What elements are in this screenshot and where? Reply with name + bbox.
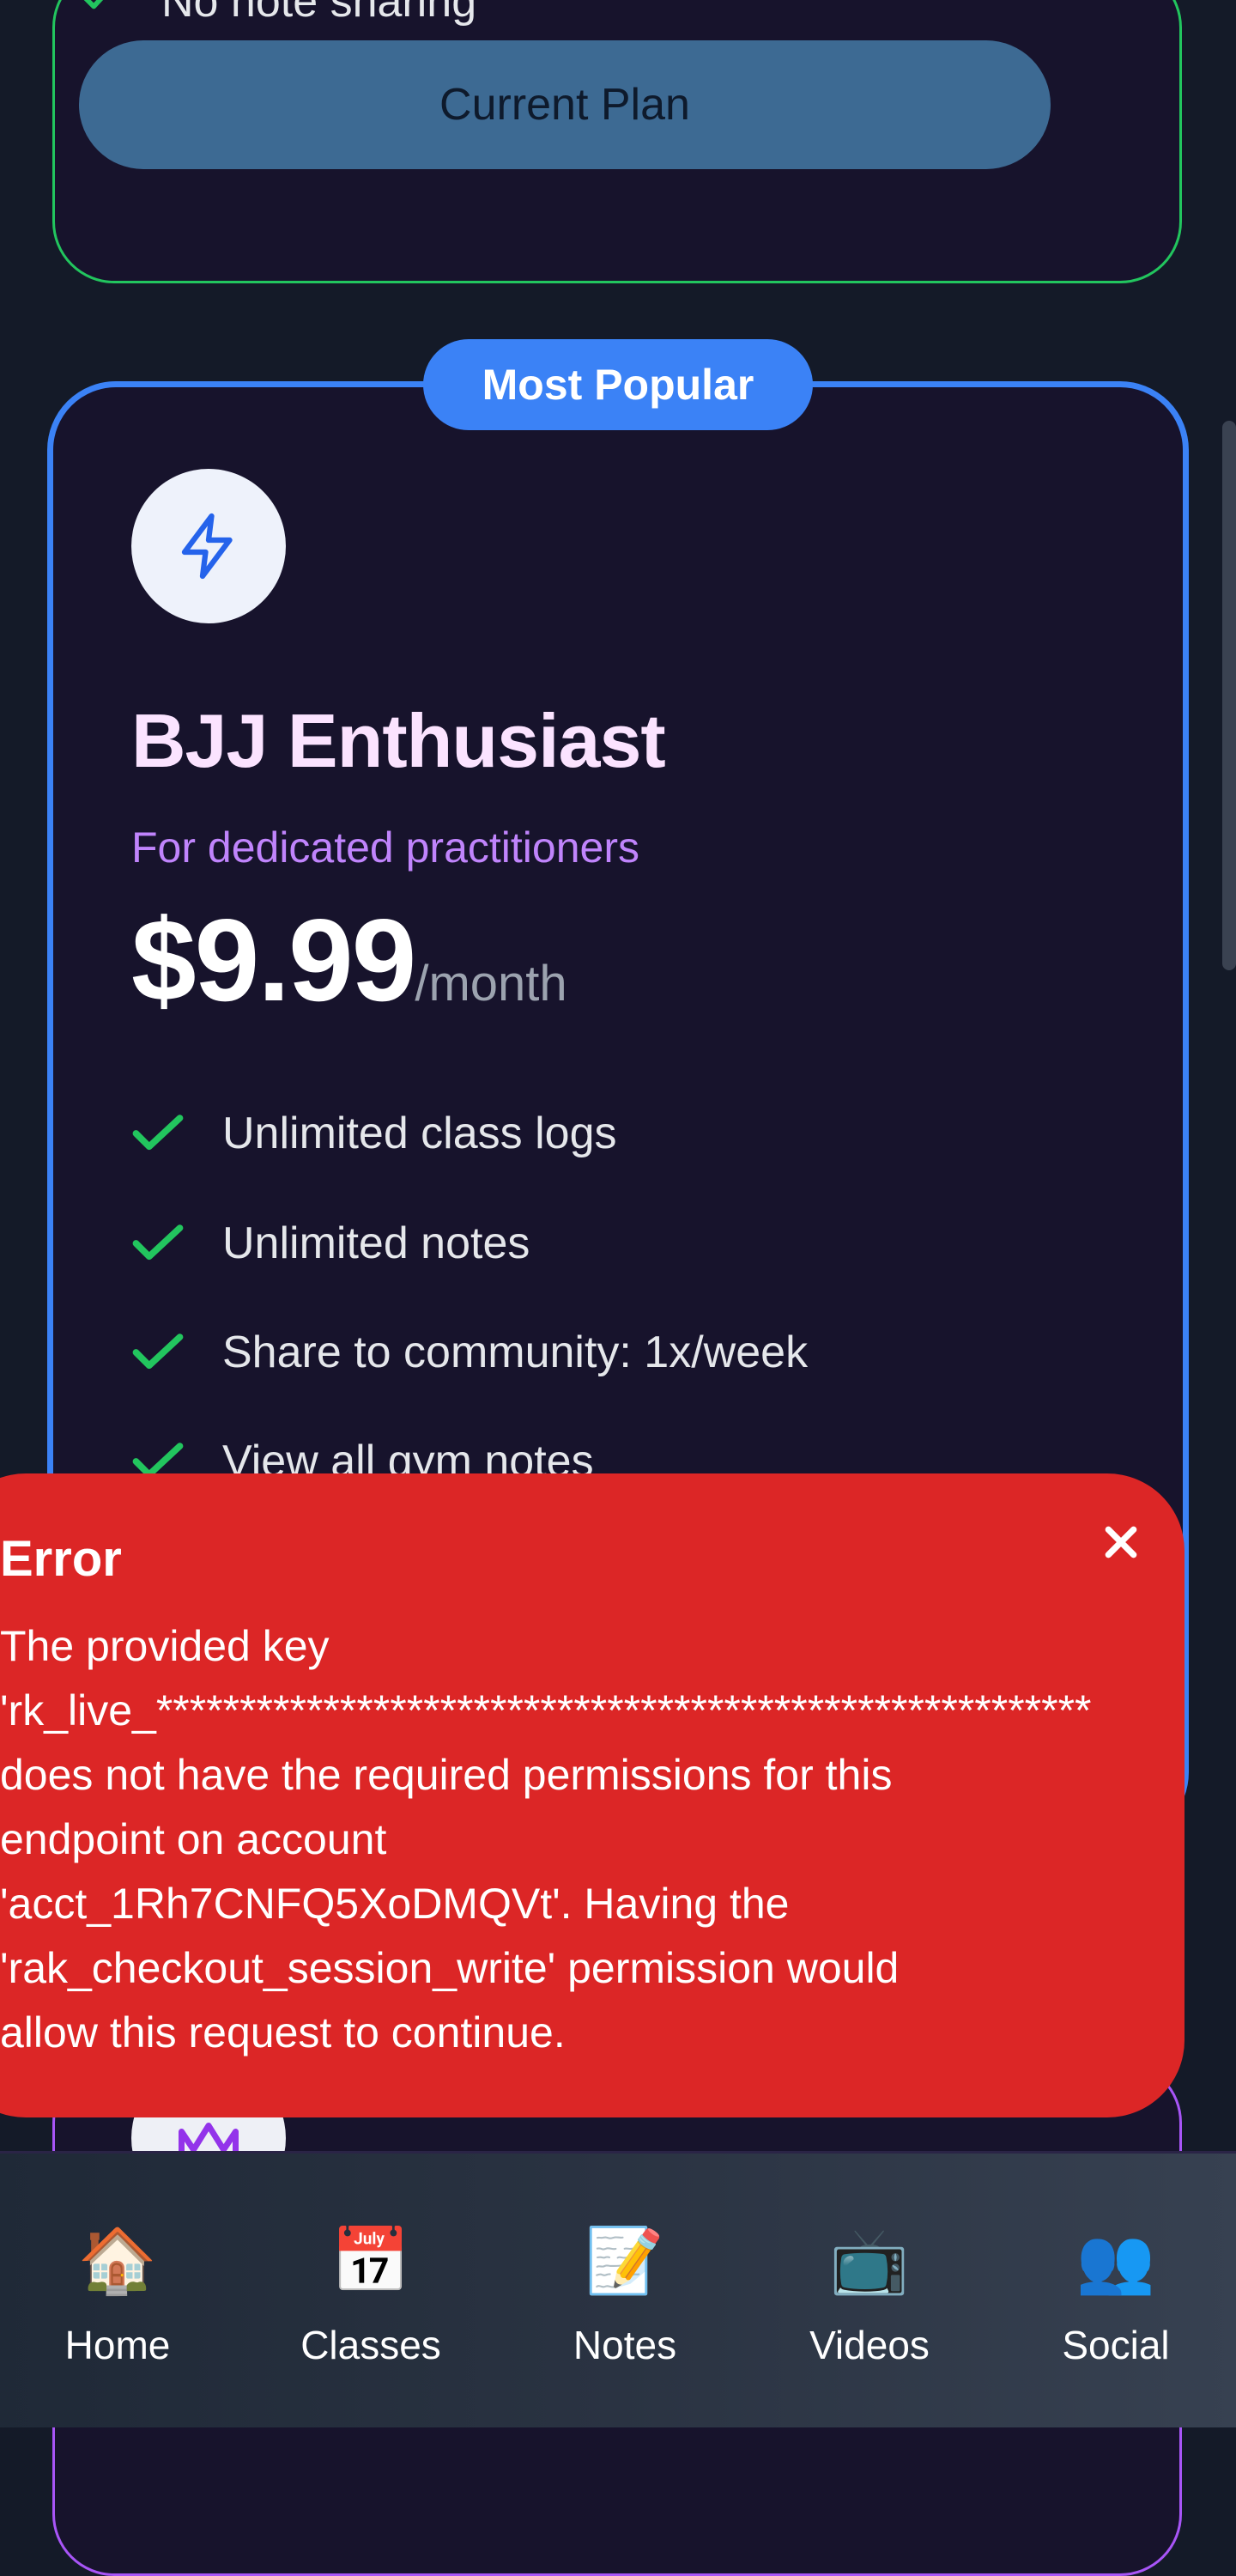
- nav-label: Notes: [573, 2323, 677, 2367]
- nav-label: Social: [1062, 2323, 1170, 2367]
- plan-subtitle: For dedicated practitioners: [131, 823, 639, 872]
- people-icon: 👥: [1075, 2225, 1156, 2296]
- feature-label: Share to community: 1x/week: [222, 1327, 809, 1377]
- error-message-line: The provided key: [0, 1622, 330, 1670]
- error-message-line: 'rk_live_*******************************…: [0, 1686, 1092, 1735]
- error-title: Error: [0, 1531, 122, 1587]
- calendar-icon: 📅: [330, 2225, 411, 2296]
- nav-label: Classes: [300, 2323, 441, 2367]
- nav-item-classes[interactable]: 📅 Classes: [285, 2222, 457, 2368]
- home-icon: 🏠: [77, 2225, 158, 2296]
- feature-label: No note sharing: [161, 0, 477, 27]
- check-icon: [132, 1115, 184, 1151]
- feature-item: Share to community: 1x/week: [131, 1327, 808, 1378]
- most-popular-badge: Most Popular: [423, 339, 813, 430]
- nav-item-home[interactable]: 🏠 Home: [32, 2222, 203, 2368]
- error-message-line: endpoint on account: [0, 1815, 387, 1863]
- check-icon: [83, 0, 104, 9]
- feature-item: Unlimited notes: [131, 1218, 530, 1269]
- memo-icon: 📝: [585, 2225, 665, 2296]
- feature-label: Unlimited notes: [222, 1218, 530, 1268]
- check-icon: [132, 1224, 184, 1261]
- tv-icon: 📺: [829, 2225, 910, 2296]
- bottom-nav: 🏠 Home 📅 Classes 📝 Notes 📺 Videos 👥 Soci…: [0, 2151, 1236, 2427]
- error-message: The provided key 'rk_live_**************…: [0, 1614, 1236, 2065]
- feature-item: Unlimited class logs: [131, 1108, 617, 1159]
- current-plan-button[interactable]: Current Plan: [79, 40, 1051, 169]
- check-icon: [132, 1334, 184, 1370]
- lightning-icon: [181, 513, 233, 580]
- price-period: /month: [415, 956, 567, 1012]
- nav-item-social[interactable]: 👥 Social: [1030, 2222, 1202, 2368]
- plan-title: BJJ Enthusiast: [131, 698, 666, 783]
- nav-item-videos[interactable]: 📺 Videos: [784, 2222, 955, 2368]
- plan-feature: No note sharing: [79, 0, 476, 27]
- nav-label: Home: [64, 2323, 171, 2367]
- price-amount: $9.99: [131, 895, 416, 1025]
- close-icon[interactable]: [1097, 1518, 1145, 1566]
- scrollbar-thumb[interactable]: [1222, 421, 1236, 970]
- nav-label: Videos: [809, 2323, 930, 2367]
- error-message-line: does not have the required permissions f…: [0, 1751, 893, 1799]
- error-message-line: 'rak_checkout_session_write' permission …: [0, 1944, 900, 1992]
- plan-icon-circle: [131, 469, 286, 623]
- nav-item-notes[interactable]: 📝 Notes: [539, 2222, 711, 2368]
- price-row: $9.99/month: [131, 893, 567, 1027]
- error-message-line: 'acct_1Rh7CNFQ5XoDMQVt'. Having the: [0, 1880, 790, 1928]
- error-message-line: allow this request to continue.: [0, 2008, 566, 2057]
- feature-label: Unlimited class logs: [222, 1109, 617, 1158]
